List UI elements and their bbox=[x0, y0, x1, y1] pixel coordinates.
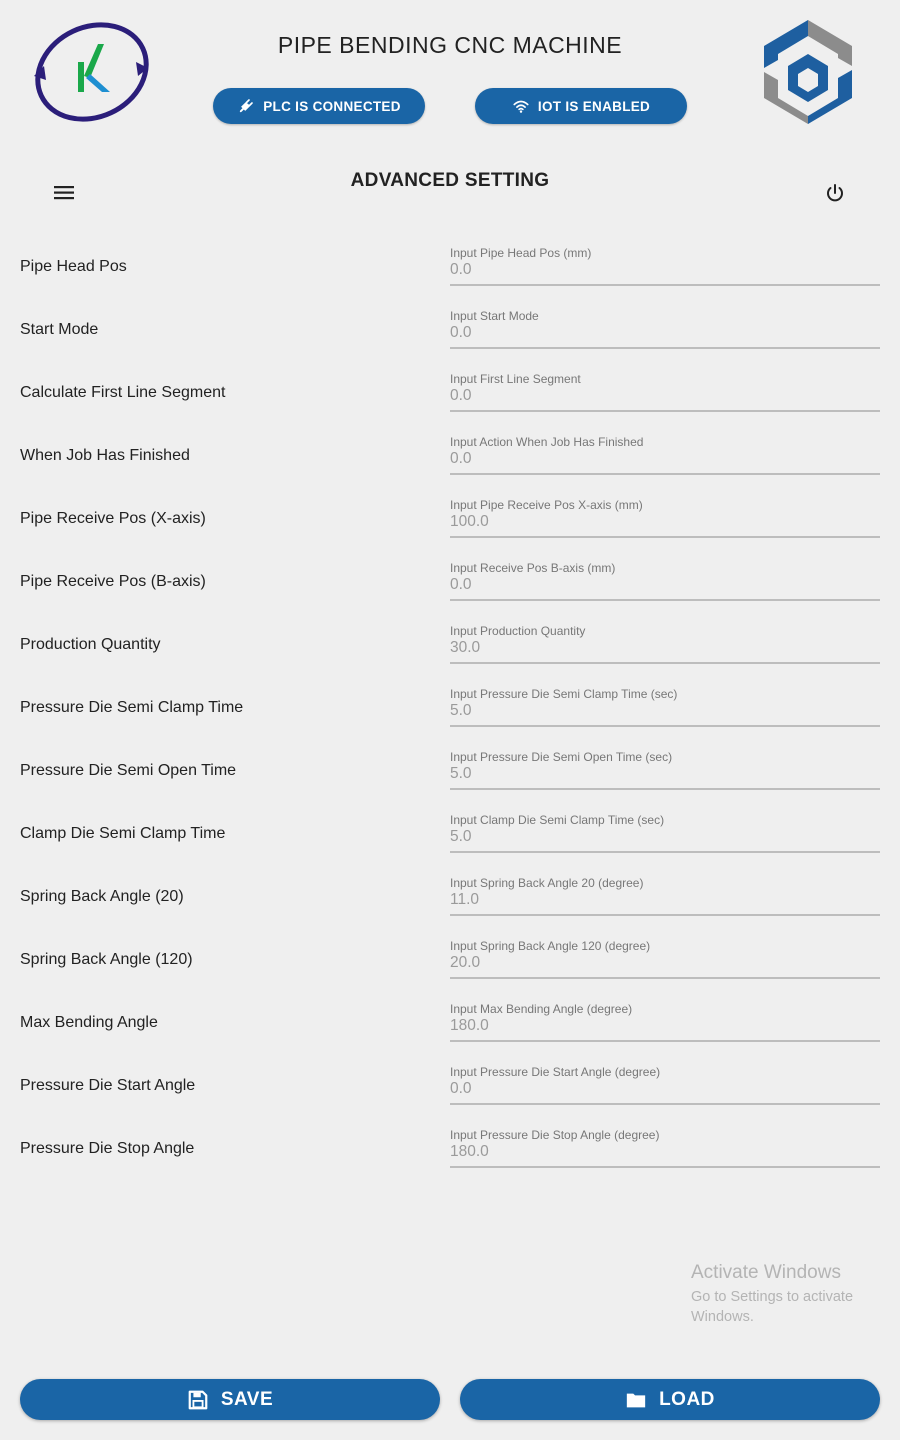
plc-status-label: PLC IS CONNECTED bbox=[263, 98, 401, 114]
brand-logo bbox=[760, 18, 856, 126]
setting-row: Spring Back Angle (20) Input Spring Back… bbox=[0, 866, 900, 929]
setting-field[interactable]: Input Pipe Head Pos (mm) bbox=[450, 246, 880, 286]
field-caption: Input Pressure Die Semi Open Time (sec) bbox=[450, 750, 673, 764]
setting-field[interactable]: Input Pressure Die Stop Angle (degree) bbox=[450, 1128, 880, 1168]
setting-label: Pressure Die Semi Clamp Time bbox=[20, 699, 244, 716]
setting-label: Start Mode bbox=[20, 321, 99, 338]
setting-row: Spring Back Angle (120) Input Spring Bac… bbox=[0, 929, 900, 992]
watermark-subtitle: Go to Settings to activate Windows. bbox=[691, 1289, 854, 1325]
setting-input[interactable] bbox=[450, 387, 878, 405]
setting-row: Pipe Receive Pos (X-axis) Input Pipe Rec… bbox=[0, 488, 900, 551]
setting-label: Spring Back Angle (20) bbox=[20, 888, 184, 905]
load-label: LOAD bbox=[659, 1388, 715, 1410]
setting-field[interactable]: Input Spring Back Angle 20 (degree) bbox=[450, 876, 880, 916]
setting-input[interactable] bbox=[450, 1143, 878, 1161]
setting-label: When Job Has Finished bbox=[20, 447, 190, 464]
setting-row: Pressure Die Stop Angle Input Pressure D… bbox=[0, 1118, 900, 1181]
setting-row: Max Bending Angle Input Max Bending Angl… bbox=[0, 992, 900, 1055]
setting-label: Pressure Die Stop Angle bbox=[20, 1140, 195, 1157]
setting-field[interactable]: Input Max Bending Angle (degree) bbox=[450, 1002, 880, 1042]
setting-row: When Job Has Finished Input Action When … bbox=[0, 425, 900, 488]
setting-input[interactable] bbox=[450, 828, 878, 846]
setting-input[interactable] bbox=[450, 954, 878, 972]
power-icon bbox=[827, 184, 843, 202]
setting-label: Max Bending Angle bbox=[20, 1014, 158, 1031]
field-caption: Input Production Quantity bbox=[450, 624, 586, 638]
setting-row: Calculate First Line Segment Input First… bbox=[0, 362, 900, 425]
page-title: ADVANCED SETTING bbox=[350, 170, 550, 191]
field-caption: Input Pressure Die Stop Angle (degree) bbox=[450, 1128, 660, 1142]
save-button[interactable]: SAVE bbox=[20, 1379, 440, 1420]
setting-input[interactable] bbox=[450, 702, 878, 720]
setting-input[interactable] bbox=[450, 639, 878, 657]
setting-row: Start Mode Input Start Mode bbox=[0, 299, 900, 362]
field-caption: Input Pipe Receive Pos X-axis (mm) bbox=[450, 498, 643, 512]
setting-label: Production Quantity bbox=[20, 636, 161, 653]
setting-row: Pipe Head Pos Input Pipe Head Pos (mm) bbox=[0, 236, 900, 299]
setting-label: Pressure Die Semi Open Time bbox=[20, 762, 237, 779]
setting-input[interactable] bbox=[450, 1080, 878, 1098]
load-button[interactable]: LOAD bbox=[460, 1379, 880, 1420]
field-caption: Input Receive Pos B-axis (mm) bbox=[450, 561, 616, 575]
setting-input[interactable] bbox=[450, 324, 878, 342]
setting-row: Pipe Receive Pos (B-axis) Input Receive … bbox=[0, 551, 900, 614]
field-caption: Input Action When Job Has Finished bbox=[450, 435, 644, 449]
iot-status-label: IOT IS ENABLED bbox=[537, 98, 651, 114]
field-caption: Input First Line Segment bbox=[450, 372, 581, 386]
setting-label: Pipe Head Pos bbox=[20, 258, 127, 275]
field-caption: Input Clamp Die Semi Clamp Time (sec) bbox=[450, 813, 665, 827]
watermark-title: Activate Windows bbox=[691, 1262, 841, 1283]
setting-row: Clamp Die Semi Clamp Time Input Clamp Di… bbox=[0, 803, 900, 866]
setting-row: Production Quantity Input Production Qua… bbox=[0, 614, 900, 677]
field-caption: Input Spring Back Angle 20 (degree) bbox=[450, 876, 644, 890]
setting-field[interactable]: Input Pressure Die Semi Open Time (sec) bbox=[450, 750, 880, 790]
setting-field[interactable]: Input Production Quantity bbox=[450, 624, 880, 664]
setting-label: Pressure Die Start Angle bbox=[20, 1077, 196, 1094]
setting-label: Calculate First Line Segment bbox=[20, 384, 226, 401]
setting-field[interactable]: Input Action When Job Has Finished bbox=[450, 435, 880, 475]
setting-label: Spring Back Angle (120) bbox=[20, 951, 193, 968]
folder-icon bbox=[626, 1393, 646, 1407]
field-caption: Input Start Mode bbox=[450, 309, 539, 323]
setting-label: Clamp Die Semi Clamp Time bbox=[20, 825, 226, 842]
activation-watermark: Activate Windows Go to Settings to activ… bbox=[691, 1262, 881, 1327]
setting-row: Pressure Die Semi Open Time Input Pressu… bbox=[0, 740, 900, 803]
wifi-icon bbox=[513, 100, 529, 113]
setting-input[interactable] bbox=[450, 576, 878, 594]
plug-icon bbox=[240, 99, 254, 113]
field-caption: Input Pipe Head Pos (mm) bbox=[450, 246, 592, 260]
setting-label: Pipe Receive Pos (B-axis) bbox=[20, 573, 206, 590]
setting-input[interactable] bbox=[450, 891, 878, 909]
plc-status-button[interactable]: PLC IS CONNECTED bbox=[213, 88, 425, 124]
setting-input[interactable] bbox=[450, 261, 878, 279]
setting-field[interactable]: Input Spring Back Angle 120 (degree) bbox=[450, 939, 880, 979]
setting-input[interactable] bbox=[450, 513, 878, 531]
field-caption: Input Max Bending Angle (degree) bbox=[450, 1002, 633, 1016]
setting-field[interactable]: Input Receive Pos B-axis (mm) bbox=[450, 561, 880, 601]
setting-input[interactable] bbox=[450, 450, 878, 468]
setting-field[interactable]: Input Pressure Die Start Angle (degree) bbox=[450, 1065, 880, 1105]
field-caption: Input Spring Back Angle 120 (degree) bbox=[450, 939, 651, 953]
field-caption: Input Pressure Die Start Angle (degree) bbox=[450, 1065, 661, 1079]
settings-list: Pipe Head Pos Input Pipe Head Pos (mm) S… bbox=[0, 236, 900, 1181]
field-caption: Input Pressure Die Semi Clamp Time (sec) bbox=[450, 687, 678, 701]
setting-label: Pipe Receive Pos (X-axis) bbox=[20, 510, 206, 527]
iot-status-button[interactable]: IOT IS ENABLED bbox=[475, 88, 687, 124]
setting-field[interactable]: Input Start Mode bbox=[450, 309, 880, 349]
save-label: SAVE bbox=[220, 1388, 274, 1410]
floppy-disk-icon bbox=[188, 1390, 208, 1409]
setting-input[interactable] bbox=[450, 1017, 878, 1035]
setting-field[interactable]: Input Pressure Die Semi Clamp Time (sec) bbox=[450, 687, 880, 727]
setting-field[interactable]: Input Pipe Receive Pos X-axis (mm) bbox=[450, 498, 880, 538]
setting-row: Pressure Die Semi Clamp Time Input Press… bbox=[0, 677, 900, 740]
setting-field[interactable]: Input First Line Segment bbox=[450, 372, 880, 412]
setting-field[interactable]: Input Clamp Die Semi Clamp Time (sec) bbox=[450, 813, 880, 853]
setting-input[interactable] bbox=[450, 765, 878, 783]
power-button[interactable] bbox=[822, 180, 848, 206]
setting-row: Pressure Die Start Angle Input Pressure … bbox=[0, 1055, 900, 1118]
